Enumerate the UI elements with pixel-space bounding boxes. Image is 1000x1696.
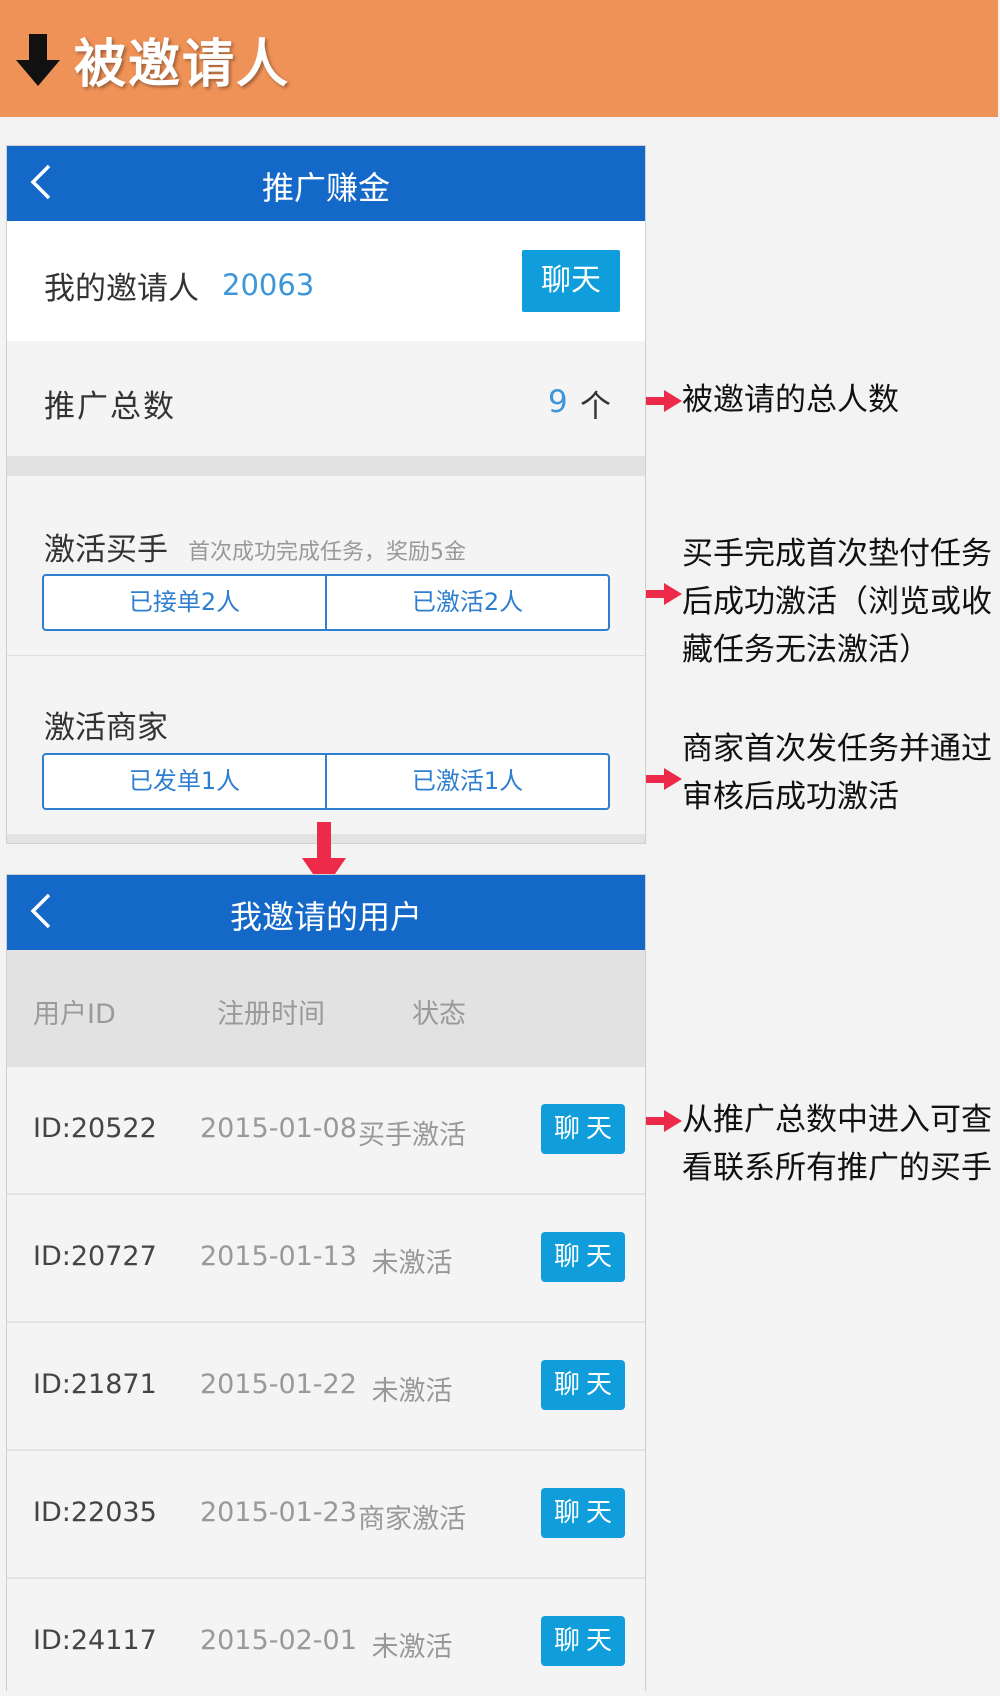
chat-button[interactable]: 聊天 [541, 1616, 625, 1666]
user-id: ID:20522 [33, 1113, 157, 1144]
chat-button[interactable]: 聊天 [541, 1104, 625, 1154]
inviter-row: 我的邀请人 20063 聊天 [7, 221, 645, 341]
total-label: 推广总数 [44, 389, 176, 425]
annotation-total: 被邀请的总人数 [682, 382, 899, 418]
header-banner: 被邀请人 [0, 0, 998, 117]
page-title: 我邀请的用户 [229, 898, 422, 936]
total-unit: 个 [580, 389, 611, 425]
register-date: 2015-01-22 [200, 1369, 357, 1400]
merchant-activated-button[interactable]: 已激活1人 [325, 755, 608, 808]
buyer-section-title: 激活买手 [44, 532, 168, 568]
arrow-right-icon [646, 390, 682, 412]
annotation-buyer: 买手完成首次垫付任务 后成功激活（浏览或收 藏任务无法激活） [682, 536, 992, 668]
user-id: ID:24117 [33, 1625, 157, 1656]
user-id: ID:21871 [33, 1369, 157, 1400]
table-header: 用户ID 注册时间 状态 [7, 950, 645, 1067]
merchant-activation-section: 激活商家 已发单1人 已激活1人 [7, 656, 645, 836]
promotion-total-row[interactable]: 推广总数 9 个 [7, 341, 645, 456]
register-date: 2015-01-08 [200, 1113, 357, 1144]
activation-status: 未激活 [371, 1248, 453, 1279]
page-title: 推广赚金 [261, 169, 390, 207]
inviter-label: 我的邀请人 [44, 271, 199, 307]
register-date: 2015-01-13 [200, 1241, 357, 1272]
table-row: ID:22035 2015-01-23 商家激活 聊天 [7, 1451, 645, 1579]
header-register-time: 注册时间 [217, 999, 325, 1030]
header-status: 状态 [412, 999, 466, 1030]
navbar: 推广赚金 [7, 146, 645, 221]
annotation-merchant: 商家首次发任务并通过 审核后成功激活 [682, 731, 992, 815]
arrow-right-icon [646, 1110, 682, 1132]
table-row: ID:20727 2015-01-13 未激活 聊天 [7, 1195, 645, 1323]
table-row: ID:21871 2015-01-22 未激活 聊天 [7, 1323, 645, 1451]
chat-button[interactable]: 聊天 [541, 1360, 625, 1410]
total-count: 9 [548, 384, 568, 420]
table-row: ID:20522 2015-01-08 买手激活 聊天 [7, 1067, 645, 1195]
section-divider [7, 456, 645, 476]
chat-button[interactable]: 聊天 [522, 250, 620, 312]
merchant-section-title: 激活商家 [44, 710, 168, 746]
inviter-id: 20063 [222, 268, 315, 302]
user-id: ID:20727 [33, 1241, 157, 1272]
arrow-down-icon [16, 34, 60, 86]
arrow-right-icon [646, 583, 682, 605]
activation-status: 未激活 [371, 1376, 453, 1407]
activation-status: 商家激活 [358, 1504, 466, 1535]
annotation-user-list: 从推广总数中进入可查 看联系所有推广的买手 [682, 1102, 992, 1186]
chat-button[interactable]: 聊天 [541, 1488, 625, 1538]
buyer-activated-button[interactable]: 已激活2人 [325, 576, 608, 629]
chat-button[interactable]: 聊天 [541, 1232, 625, 1282]
register-date: 2015-01-23 [200, 1497, 357, 1528]
buyer-section-note: 首次成功完成任务，奖励5金 [188, 540, 466, 565]
buyer-activation-section: 激活买手 首次成功完成任务，奖励5金 已接单2人 已激活2人 [7, 476, 645, 656]
promotion-screen: 推广赚金 我的邀请人 20063 聊天 推广总数 9 个 激活买手 首次成功完成… [6, 145, 646, 844]
register-date: 2015-02-01 [200, 1625, 357, 1656]
merchant-posted-button[interactable]: 已发单1人 [44, 755, 325, 808]
merchant-segment-control: 已发单1人 已激活1人 [42, 753, 610, 810]
user-id: ID:22035 [33, 1497, 157, 1528]
invited-users-screen: 我邀请的用户 用户ID 注册时间 状态 ID:20522 2015-01-08 … [6, 874, 646, 1696]
navbar: 我邀请的用户 [7, 875, 645, 950]
buyer-segment-control: 已接单2人 已激活2人 [42, 574, 610, 631]
activation-status: 买手激活 [358, 1120, 466, 1151]
arrow-right-icon [646, 768, 682, 790]
header-user-id: 用户ID [33, 999, 116, 1030]
activation-status: 未激活 [371, 1632, 453, 1663]
buyer-accepted-button[interactable]: 已接单2人 [44, 576, 325, 629]
banner-title: 被邀请人 [74, 35, 291, 95]
table-row: ID:24117 2015-02-01 未激活 聊天 [7, 1579, 645, 1696]
